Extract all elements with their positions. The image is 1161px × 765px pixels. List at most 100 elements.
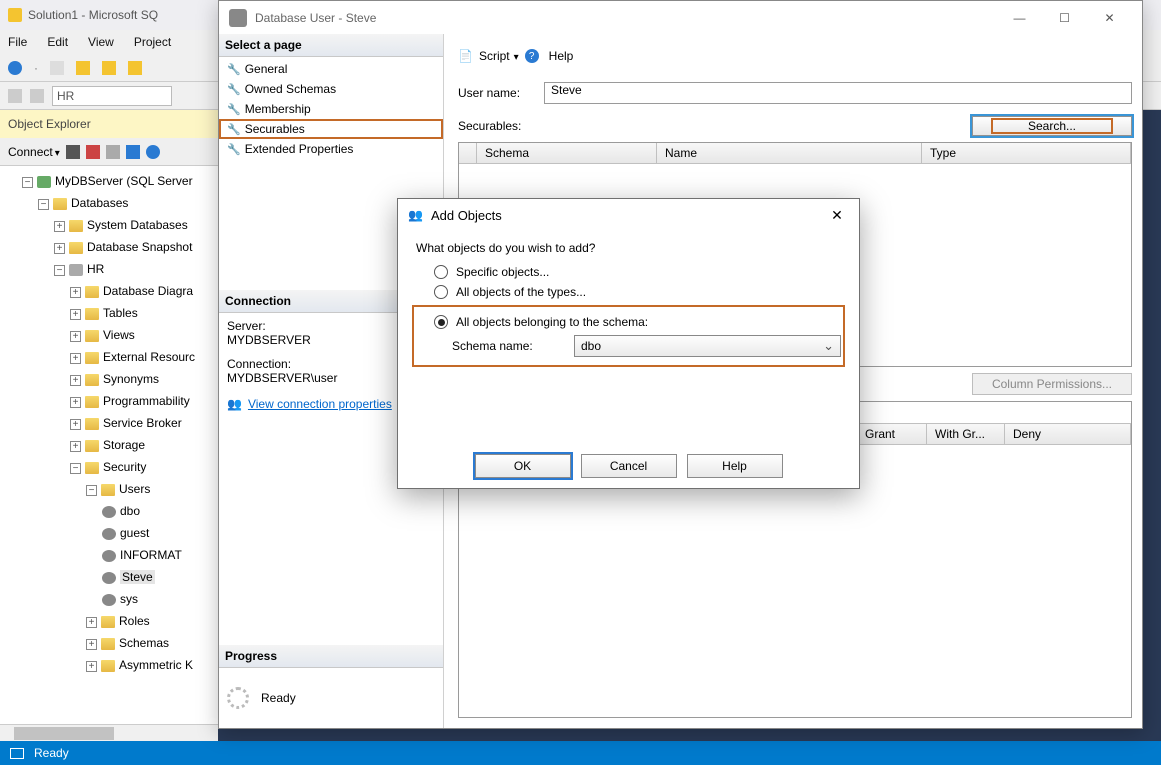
view-connection-link[interactable]: View connection properties bbox=[248, 397, 392, 411]
menu-view[interactable]: View bbox=[88, 35, 114, 49]
folder-icon bbox=[85, 330, 99, 342]
close-button[interactable]: ✕ bbox=[1087, 3, 1132, 33]
script-icon bbox=[458, 49, 473, 63]
page-owned-schemas[interactable]: Owned Schemas bbox=[219, 79, 443, 99]
tree-toggle[interactable]: − bbox=[86, 485, 97, 496]
tool-icon-2[interactable] bbox=[30, 89, 44, 103]
tree-toggle[interactable]: + bbox=[86, 639, 97, 650]
help-link[interactable]: Help bbox=[549, 49, 574, 63]
tree-toggle[interactable]: + bbox=[70, 419, 81, 430]
tree-users[interactable]: Users bbox=[119, 482, 150, 496]
tree-toggle[interactable]: + bbox=[54, 221, 65, 232]
radio-all-types[interactable]: All objects of the types... bbox=[434, 285, 841, 299]
help-button[interactable]: Help bbox=[687, 454, 783, 478]
oe-icon-1[interactable] bbox=[66, 145, 80, 159]
tree-databases[interactable]: Databases bbox=[71, 196, 128, 210]
ok-button[interactable]: OK bbox=[475, 454, 571, 478]
tree-diag[interactable]: Database Diagra bbox=[103, 284, 193, 298]
maximize-button[interactable]: ☐ bbox=[1042, 3, 1087, 33]
tree-views[interactable]: Views bbox=[103, 328, 135, 342]
minimize-button[interactable]: — bbox=[997, 3, 1042, 33]
folder-icon bbox=[101, 616, 115, 628]
select-page-header: Select a page bbox=[219, 34, 443, 57]
radio-specific-objects[interactable]: Specific objects... bbox=[434, 265, 841, 279]
tree-user-info[interactable]: INFORMAT bbox=[120, 548, 182, 562]
menu-edit[interactable]: Edit bbox=[47, 35, 68, 49]
scrollbar-thumb[interactable] bbox=[14, 727, 114, 740]
tree-toggle[interactable]: + bbox=[70, 375, 81, 386]
oe-filter-icon[interactable] bbox=[126, 145, 140, 159]
oe-icon-3[interactable] bbox=[106, 145, 120, 159]
tree-toggle[interactable]: + bbox=[70, 441, 81, 452]
tree-toggle[interactable]: + bbox=[70, 309, 81, 320]
cancel-button-label: Cancel bbox=[610, 459, 647, 473]
save-icon[interactable] bbox=[128, 61, 142, 75]
tree-asym[interactable]: Asymmetric K bbox=[119, 658, 193, 672]
page-membership[interactable]: Membership bbox=[219, 99, 443, 119]
tree-sbrok[interactable]: Service Broker bbox=[103, 416, 182, 430]
col-schema[interactable]: Schema bbox=[477, 143, 657, 163]
add-objects-question: What objects do you wish to add? bbox=[416, 241, 841, 255]
database-icon bbox=[69, 264, 83, 276]
tree-toggle[interactable]: − bbox=[70, 463, 81, 474]
tree-user-dbo[interactable]: dbo bbox=[120, 504, 140, 518]
tree-user-sys[interactable]: sys bbox=[120, 592, 138, 606]
tree-toggle[interactable]: − bbox=[38, 199, 49, 210]
radio-schema[interactable]: All objects belonging to the schema: bbox=[434, 315, 841, 329]
tree-toggle[interactable]: + bbox=[70, 397, 81, 408]
tree-prog[interactable]: Programmability bbox=[103, 394, 190, 408]
col-grant[interactable]: Grant bbox=[857, 424, 927, 444]
tree-storage[interactable]: Storage bbox=[103, 438, 145, 452]
col-withgrant[interactable]: With Gr... bbox=[927, 424, 1005, 444]
database-selector[interactable]: HR bbox=[52, 86, 172, 106]
nav-fwd-icon[interactable] bbox=[50, 61, 64, 75]
tree-toggle[interactable]: + bbox=[54, 243, 65, 254]
tree-roles[interactable]: Roles bbox=[119, 614, 150, 628]
tree-snap[interactable]: Database Snapshot bbox=[87, 240, 192, 254]
tree-sysdb[interactable]: System Databases bbox=[87, 218, 188, 232]
tree-toggle[interactable]: − bbox=[22, 177, 33, 188]
folder-icon bbox=[101, 484, 115, 496]
menu-project[interactable]: Project bbox=[134, 35, 171, 49]
oe-disconnect-icon[interactable] bbox=[86, 145, 100, 159]
tree-toggle[interactable]: + bbox=[70, 331, 81, 342]
open-file-icon[interactable] bbox=[102, 61, 116, 75]
tree-syn[interactable]: Synonyms bbox=[103, 372, 159, 386]
tree-extres[interactable]: External Resourc bbox=[103, 350, 195, 364]
page-general[interactable]: General bbox=[219, 59, 443, 79]
tree-toggle[interactable]: + bbox=[86, 617, 97, 628]
cancel-button[interactable]: Cancel bbox=[581, 454, 677, 478]
new-query-icon[interactable] bbox=[76, 61, 90, 75]
col-name[interactable]: Name bbox=[657, 143, 922, 163]
page-extended-properties[interactable]: Extended Properties bbox=[219, 139, 443, 159]
connect-dropdown[interactable]: Connect bbox=[8, 145, 60, 159]
tree-user-guest[interactable]: guest bbox=[120, 526, 149, 540]
oe-refresh-icon[interactable] bbox=[146, 145, 160, 159]
page-securables[interactable]: Securables bbox=[219, 119, 443, 139]
nav-back-icon[interactable] bbox=[8, 61, 22, 75]
object-explorer-toolbar: Connect bbox=[0, 138, 218, 166]
tree-toggle[interactable]: − bbox=[54, 265, 65, 276]
tree-user-steve[interactable]: Steve bbox=[120, 570, 155, 584]
tree-security[interactable]: Security bbox=[103, 460, 146, 474]
tree-hr[interactable]: HR bbox=[87, 262, 104, 276]
tree-hscrollbar[interactable] bbox=[0, 724, 218, 741]
securables-grid-header: Schema Name Type bbox=[459, 143, 1131, 164]
user-name-input[interactable]: Steve bbox=[544, 82, 1132, 104]
col-type[interactable]: Type bbox=[922, 143, 1131, 163]
tree-server[interactable]: MyDBServer (SQL Server bbox=[55, 174, 193, 188]
col-deny[interactable]: Deny bbox=[1005, 424, 1131, 444]
tree-toggle[interactable]: + bbox=[70, 353, 81, 364]
search-button[interactable]: Search... bbox=[972, 116, 1132, 136]
tree-toggle[interactable]: + bbox=[86, 661, 97, 672]
object-explorer-tree[interactable]: −MyDBServer (SQL Server −Databases +Syst… bbox=[0, 166, 218, 741]
tree-toggle[interactable]: + bbox=[70, 287, 81, 298]
menu-file[interactable]: File bbox=[8, 35, 27, 49]
folder-icon bbox=[85, 286, 99, 298]
add-objects-close-button[interactable]: ✕ bbox=[825, 203, 849, 227]
tool-icon-1[interactable] bbox=[8, 89, 22, 103]
schema-name-combo[interactable]: dbo bbox=[574, 335, 841, 357]
tree-tables[interactable]: Tables bbox=[103, 306, 138, 320]
script-dropdown[interactable]: Script bbox=[479, 49, 519, 63]
tree-schemas[interactable]: Schemas bbox=[119, 636, 169, 650]
